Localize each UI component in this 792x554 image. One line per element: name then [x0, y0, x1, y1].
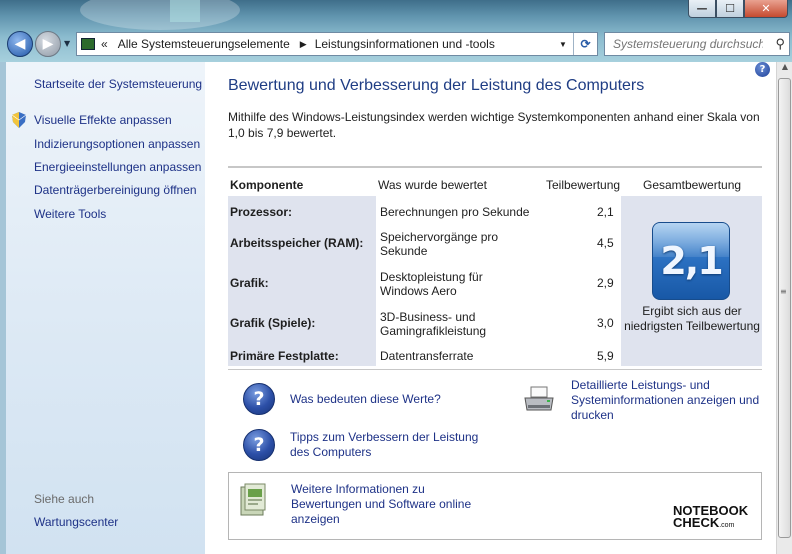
column-header-subscore: Teilbewertung	[546, 178, 621, 192]
rated-description: 3D-Business- und Gamingrafikleistung	[380, 310, 487, 338]
base-score-caption: Ergibt sich aus der niedrigsten Teilbewe…	[624, 304, 760, 333]
rated-description: Speichervorgänge pro Sekunde	[380, 230, 499, 258]
component-label: Primäre Festplatte:	[230, 349, 339, 363]
scroll-grip-icon: ≡	[780, 287, 787, 296]
subscore-value: 4,5	[597, 236, 614, 250]
divider	[228, 166, 762, 168]
breadcrumb-item[interactable]: Alle Systemsteuerungselemente	[118, 37, 290, 51]
maximize-button[interactable]: ☐	[716, 0, 744, 18]
breadcrumb-item[interactable]: Leistungsinformationen und -tools	[315, 37, 495, 51]
scroll-up-icon[interactable]: ▲	[777, 62, 792, 76]
sidebar-item-power[interactable]: Energieeinstellungen anpassen	[34, 160, 201, 174]
base-score-value: 2,1	[660, 239, 723, 283]
software-package-icon	[240, 483, 266, 516]
address-bar[interactable]: « Alle Systemsteuerungselemente ▶ Leistu…	[76, 32, 598, 56]
link-detailed-info[interactable]: Detaillierte Leistungs- und Systeminform…	[571, 378, 767, 423]
chevron-right-icon[interactable]: ▶	[300, 39, 307, 50]
main-content: ? Bewertung und Verbesserung der Leistun…	[205, 62, 776, 554]
sidebar: Startseite der Systemsteuerung Visuelle …	[0, 62, 205, 554]
subscore-value: 2,1	[597, 205, 614, 219]
sidebar-item-indexing[interactable]: Indizierungsoptionen anpassen	[34, 137, 200, 151]
subscore-value: 3,0	[597, 316, 614, 330]
search-box[interactable]: ⚲	[604, 32, 790, 56]
refresh-button[interactable]: ⟳	[573, 33, 597, 55]
link-improve-tips[interactable]: Tipps zum Verbessern der Leistung des Co…	[290, 430, 490, 460]
sidebar-item-disk-cleanup[interactable]: Datenträgerbereinigung öffnen	[34, 183, 197, 197]
search-input[interactable]	[613, 37, 763, 51]
window-controls: — ☐ ✕	[688, 0, 788, 18]
breadcrumb-overflow[interactable]: «	[101, 37, 108, 51]
table-header: Komponente Was wurde bewertet Teilbewert…	[228, 176, 762, 194]
link-online-info[interactable]: Weitere Informationen zu Bewertungen und…	[291, 482, 481, 527]
aero-glow	[80, 0, 240, 30]
watermark-line2: CHECK.com	[673, 515, 735, 530]
score-table: Prozessor: Berechnungen pro Sekunde 2,1 …	[228, 196, 762, 366]
link-what-values-mean[interactable]: Was bedeuten diese Werte?	[290, 392, 470, 407]
column-header-basescore: Gesamtbewertung	[643, 178, 742, 192]
sidebar-item-action-center[interactable]: Wartungscenter	[34, 515, 118, 529]
base-score-badge: 2,1	[652, 222, 730, 300]
title-bar: — ☐ ✕ ◀ ▶ ▼ « Alle Systemsteuerungseleme…	[0, 0, 792, 62]
minimize-button[interactable]: —	[688, 0, 716, 18]
help-question-icon[interactable]: ?	[243, 429, 275, 461]
forward-button[interactable]: ▶	[35, 31, 61, 57]
vertical-scrollbar[interactable]: ▲ ≡	[776, 62, 792, 554]
rated-description: Berechnungen pro Sekunde	[380, 205, 530, 219]
component-label: Grafik (Spiele):	[230, 316, 316, 330]
subscore-value: 2,9	[597, 276, 614, 290]
sidebar-item-visual-effects[interactable]: Visuelle Effekte anpassen	[34, 113, 172, 127]
rated-description: Desktopleistung für Windows Aero	[380, 270, 483, 298]
close-button[interactable]: ✕	[744, 0, 788, 18]
chevron-down-icon[interactable]: ▼	[553, 40, 573, 49]
back-button[interactable]: ◀	[7, 31, 33, 57]
component-label: Arbeitsspeicher (RAM):	[230, 236, 364, 250]
page-title: Bewertung und Verbesserung der Leistung …	[228, 77, 645, 94]
page-description: Mithilfe des Windows-Leistungsindex werd…	[228, 110, 760, 140]
shield-icon	[12, 112, 26, 128]
sidebar-home-link[interactable]: Startseite der Systemsteuerung	[34, 77, 202, 91]
help-icon[interactable]: ?	[755, 62, 770, 77]
navigation-bar: ◀ ▶ ▼ « Alle Systemsteuerungselemente ▶ …	[6, 30, 790, 58]
printer-icon	[524, 386, 554, 411]
recent-pages-dropdown[interactable]: ▼	[64, 39, 70, 48]
watermark-logo: NOTEBOOK CHECK.com	[673, 504, 748, 532]
aero-glow	[170, 0, 200, 22]
help-question-icon[interactable]: ?	[243, 383, 275, 415]
divider	[228, 369, 762, 370]
see-also-heading: Siehe auch	[34, 492, 95, 506]
rated-description: Datentransferrate	[380, 349, 474, 363]
subscore-value: 5,9	[597, 349, 614, 363]
component-label: Prozessor:	[230, 205, 293, 219]
column-header-component: Komponente	[230, 178, 304, 192]
online-info-box: Weitere Informationen zu Bewertungen und…	[228, 472, 762, 540]
search-icon[interactable]: ⚲	[775, 36, 785, 52]
scrollbar-thumb[interactable]	[778, 78, 791, 538]
component-label: Grafik:	[230, 276, 269, 290]
control-panel-icon	[81, 38, 95, 50]
sidebar-item-more-tools[interactable]: Weitere Tools	[34, 207, 106, 221]
column-header-rated: Was wurde bewertet	[378, 178, 487, 192]
